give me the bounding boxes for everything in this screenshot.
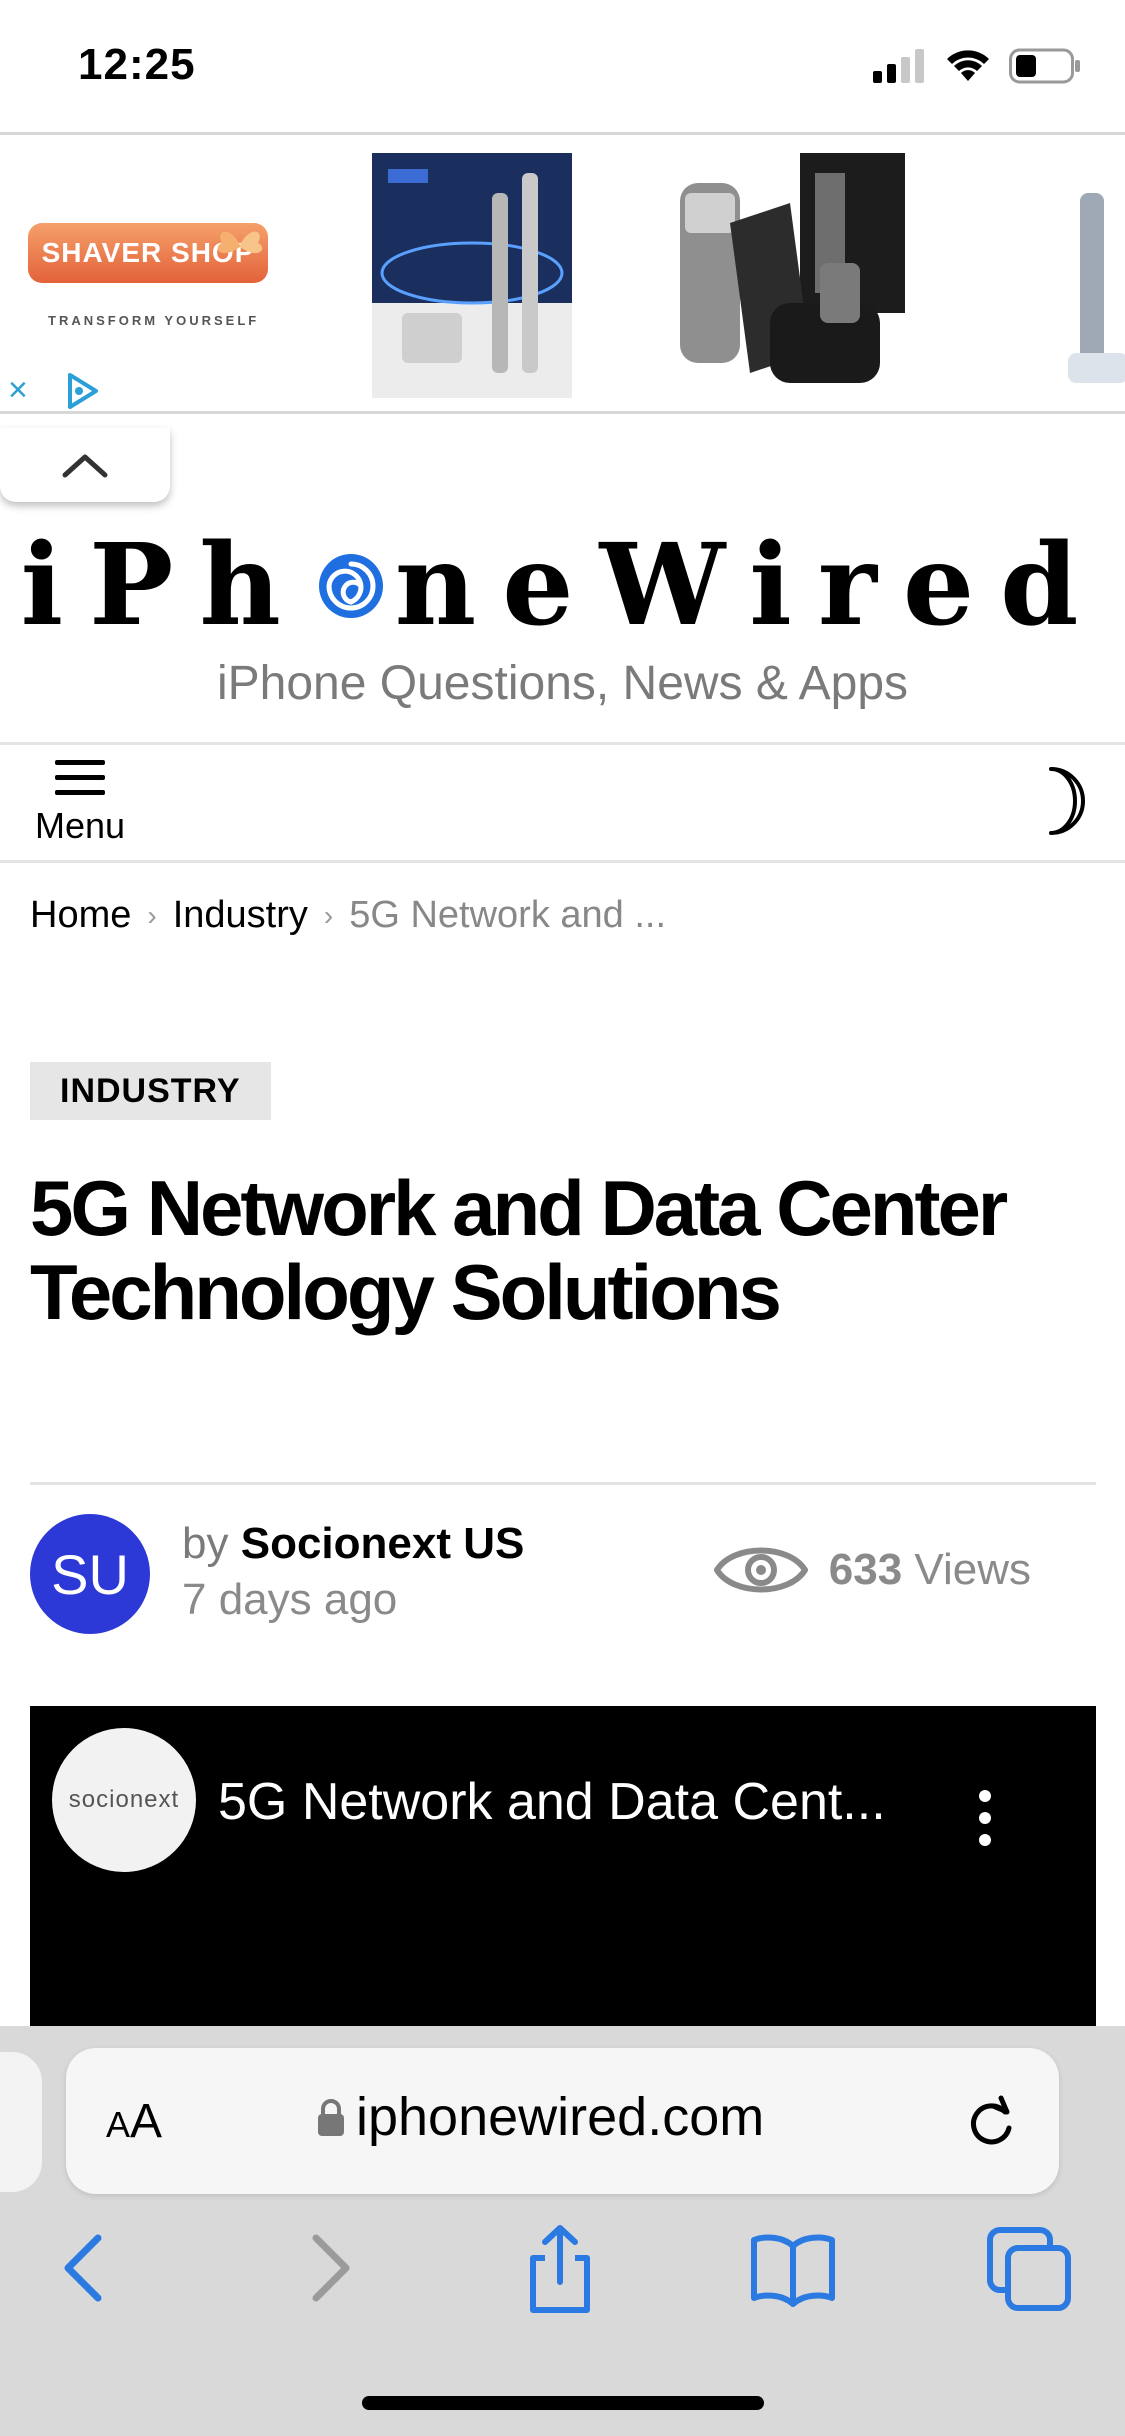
ad-tagline: TRANSFORM YOURSELF [48,313,260,328]
status-icons [873,48,1081,84]
butterfly-icon [217,231,263,254]
url-field[interactable]: iphonewired.com [316,2086,764,2148]
breadcrumb-category[interactable]: Industry [173,894,308,937]
menu-button[interactable]: Menu [30,760,130,847]
reader-options-button[interactable]: AA [106,2094,162,2149]
forward-icon[interactable] [282,2224,372,2314]
views-label: Views [914,1545,1031,1594]
site-title-part-right: neWired [394,520,1105,651]
lock-icon [318,2099,344,2136]
battery-icon [1009,48,1080,84]
article-title: 5G Network and Data Center Technology So… [30,1164,1008,1336]
address-bar[interactable]: AA iphonewired.com [66,2048,1059,2194]
eye-icon [713,1547,808,1593]
collapse-ad-button[interactable] [0,428,170,502]
breadcrumb-home[interactable]: Home [30,894,131,937]
site-tagline: iPhone Questions, News & Apps [216,657,909,710]
home-indicator[interactable] [362,2396,764,2410]
wifi-icon [947,50,989,81]
safari-toolbar [0,2224,1125,2314]
logo-swirl-icon [318,554,383,618]
previous-tab-peek[interactable] [0,2052,42,2192]
chevron-right-icon: › [147,899,157,931]
video-title[interactable]: 5G Network and Data Cent... [218,1772,898,1832]
category-badge[interactable]: INDUSTRY [30,1062,271,1120]
status-time: 12:25 [78,40,196,89]
bookmarks-icon[interactable] [748,2224,838,2314]
views-count: 633 [828,1545,903,1594]
electric-toothbrush-image [1068,193,1125,383]
breadcrumb: Home › Industry › 5G Network and ... [30,894,666,937]
oral-b-toothbrush-set-image [372,153,572,398]
site-title-part-left: iPh [20,520,307,651]
braun-shaver-image [680,153,905,383]
status-bar: 12:25 [0,0,1125,132]
video-embed[interactable]: socionext 5G Network and Data Cent... [30,1706,1096,2026]
author-avatar[interactable]: SU [30,1514,150,1634]
moon-icon[interactable] [1021,765,1085,837]
author-meta: by Socionext US 7 days ago [182,1516,524,1628]
author-by: by [182,1519,229,1568]
breadcrumb-current: 5G Network and ... [349,894,667,936]
more-vertical-icon[interactable] [978,1788,992,1848]
view-count: 633 Views [713,1538,1031,1602]
post-date: 7 days ago [182,1575,398,1624]
site-title[interactable]: iPh neWired [21,530,1105,642]
url-text: iphonewired.com [356,2087,765,2147]
author-name[interactable]: Socionext US [241,1519,525,1568]
ad-banner[interactable]: SHAVER SHOP TRANSFORM YOURSELF × [0,132,1125,414]
title-divider [30,1482,1096,1485]
tabs-icon[interactable] [984,2224,1074,2314]
back-icon[interactable] [42,2224,132,2314]
reload-icon[interactable] [963,2092,1019,2152]
chevron-right-icon: › [323,899,334,931]
share-icon[interactable] [515,2224,605,2314]
cellular-signal-icon [873,49,924,83]
header-divider [0,742,1125,745]
chevron-up-icon [62,454,108,478]
site-logo[interactable]: iPh neWired iPhone Questions, News & App… [0,530,1125,711]
adchoices-icon[interactable] [62,371,102,411]
hamburger-icon [55,760,105,795]
menu-label: Menu [34,805,126,846]
nav-divider [0,860,1125,863]
channel-logo[interactable]: socionext [52,1728,196,1872]
close-icon[interactable]: × [8,373,28,407]
